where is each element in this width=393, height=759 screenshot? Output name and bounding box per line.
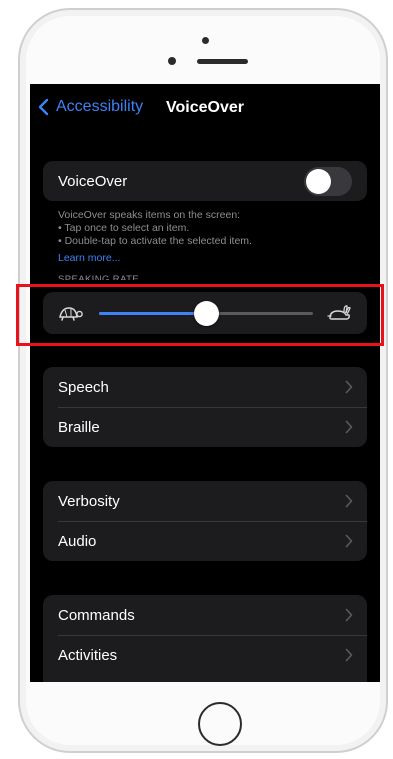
description-bullet: • Double-tap to activate the selected it… [58, 235, 252, 247]
chevron-right-icon [345, 494, 353, 508]
speaking-rate-header: SPEAKING RATE [58, 274, 140, 280]
chevron-left-icon [38, 98, 49, 116]
commands-activities-group: Commands Activities [43, 595, 367, 682]
list-item-speech[interactable]: Speech [43, 367, 367, 407]
chevron-right-icon [345, 648, 353, 662]
front-camera [168, 57, 176, 65]
back-label: Accessibility [56, 98, 144, 115]
voiceover-description: VoiceOver speaks items on the screen: • … [58, 209, 358, 248]
list-item-label: Braille [58, 418, 100, 436]
description-intro: VoiceOver speaks items on the screen: [58, 209, 241, 221]
list-item-label: Verbosity [58, 492, 120, 510]
chevron-right-icon [345, 420, 353, 434]
highlight-box [16, 284, 384, 346]
voiceover-toggle[interactable] [304, 167, 352, 196]
voiceover-group: VoiceOver [43, 161, 367, 201]
list-item-commands[interactable]: Commands [43, 595, 367, 635]
list-item-braille[interactable]: Braille [43, 407, 367, 447]
chevron-right-icon [345, 380, 353, 394]
verbosity-audio-group: Verbosity Audio [43, 481, 367, 561]
chevron-right-icon [345, 608, 353, 622]
voiceover-label: VoiceOver [58, 172, 128, 190]
list-item-label: Audio [58, 532, 97, 550]
list-item-label: Activities [58, 646, 118, 664]
proximity-sensor [202, 37, 209, 44]
navigation-bar: Accessibility VoiceOver [30, 84, 380, 132]
toggle-knob [306, 169, 331, 194]
chevron-right-icon [345, 534, 353, 548]
speech-braille-group: Speech Braille [43, 367, 367, 447]
list-item-activities[interactable]: Activities [43, 635, 367, 675]
list-item-audio[interactable]: Audio [43, 521, 367, 561]
learn-more-link[interactable]: Learn more... [58, 252, 120, 264]
earpiece-speaker [197, 59, 248, 64]
list-item-label: Commands [58, 606, 135, 624]
voiceover-row: VoiceOver [43, 161, 367, 201]
screen: Accessibility VoiceOver VoiceOver VoiceO… [30, 84, 380, 682]
page-title: VoiceOver [166, 99, 244, 116]
back-button[interactable]: Accessibility [36, 98, 143, 116]
list-item-verbosity[interactable]: Verbosity [43, 481, 367, 521]
description-bullet: • Tap once to select an item. [58, 222, 190, 234]
list-item-label: Speech [58, 378, 109, 396]
home-button[interactable] [198, 702, 242, 746]
